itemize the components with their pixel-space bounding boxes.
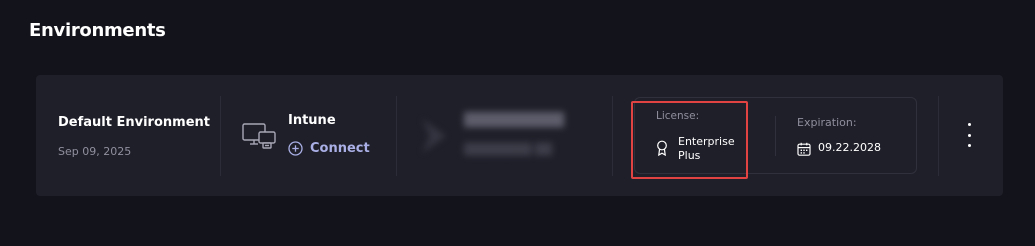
menu-dot	[967, 133, 971, 137]
license-separator	[775, 116, 776, 156]
blurred-logo-icon	[422, 119, 446, 153]
divider	[396, 96, 397, 176]
license-panel: License: Enterprise Plus Expiration: 09.…	[631, 97, 917, 179]
award-ribbon-icon	[657, 140, 667, 156]
blurred-title: ██████████	[464, 113, 564, 128]
more-vertical-icon[interactable]	[962, 123, 976, 147]
connect-button[interactable]: Connect	[288, 141, 370, 156]
environment-date: Sep 09, 2025	[58, 145, 132, 158]
blurred-integration: ██████████ ████████ ██	[416, 103, 586, 169]
divider	[612, 96, 613, 176]
license-label: License:	[656, 110, 700, 122]
menu-dot	[967, 144, 971, 147]
divider	[938, 96, 939, 176]
blurred-subtitle: ████████ ██	[464, 143, 553, 156]
environment-card: Default Environment Sep 09, 2025 Intune …	[36, 75, 1003, 196]
plus-circle-icon	[288, 141, 303, 156]
connect-label: Connect	[310, 141, 370, 156]
environment-name: Default Environment	[58, 115, 210, 130]
integration-name: Intune	[288, 113, 336, 128]
menu-dot	[967, 123, 971, 126]
devices-icon	[242, 123, 276, 149]
expiration-label: Expiration:	[797, 116, 857, 129]
expiration-value: 09.22.2028	[818, 141, 881, 154]
calendar-icon	[797, 142, 811, 156]
page-title: Environments	[29, 20, 166, 41]
divider	[220, 96, 221, 176]
license-value: Enterprise Plus	[678, 135, 735, 162]
